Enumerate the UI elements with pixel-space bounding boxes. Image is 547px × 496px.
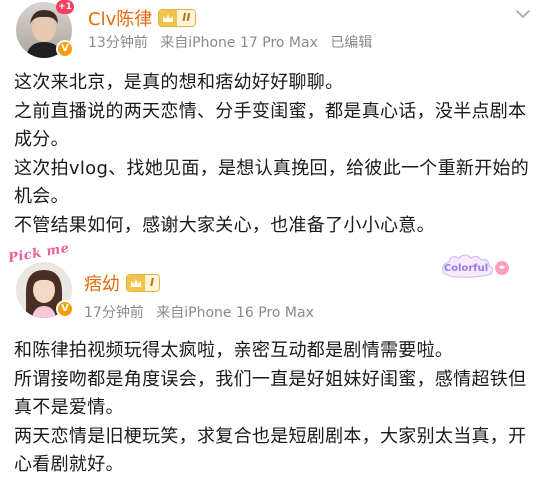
post-device: 来自iPhone 17 Pro Max [160,35,318,51]
paragraph: 所谓接吻都是角度误会，我们一直是好姐妹好闺蜜，感情超铁但真不是爱情。 [14,368,527,419]
paragraph: 之前直播说的两天恋情、分手变闺蜜，都是真心话，没半点剧本成分。 [14,100,527,151]
meta-row: 17分钟前 来自iPhone 16 Pro Max [84,302,322,322]
post-piyou: V Pick me 痞幼 I 17分钟前 来自iPhone 16 Pro Max… [0,241,547,496]
paragraph: 这次拍vlog、找她见面，是想认真挽回，给彼此一个重新开始的机会。 [14,157,530,208]
meta-row: 13分钟前 来自iPhone 17 Pro Max 已编辑 [88,32,380,52]
post-device: 来自iPhone 16 Pro Max [156,305,314,321]
verified-v-icon: V [56,300,74,318]
name-row: 痞幼 I [84,270,161,296]
verified-v-icon: V [56,40,74,58]
paragraph: 不管结果如何，感谢大家关心，也准备了小小心意。 [14,214,435,236]
post-chenlv: +1 V Clv陈律 II 13分钟前 来自iPhone 17 Pro Max … [0,0,547,250]
paragraph: 两天恋情是旧梗玩笑，求复合也是短剧剧本，大家别太当真，开心看剧就好。 [14,425,527,476]
paragraph: 这次来北京，是真的想和痞幼好好聊聊。 [14,72,344,93]
username[interactable]: 痞幼 [84,270,120,296]
notification-badge: +1 [56,0,74,14]
crown-icon [159,10,178,26]
post-time: 13分钟前 [88,35,148,51]
colorful-sticker-icon: Colorful [439,250,515,280]
level-number: I [145,275,160,291]
post-content: 和陈律拍视频玩得太疯啦，亲密互动都是剧情需要啦。 所谓接吻都是角度误会，我们一直… [14,337,539,480]
level-badge[interactable]: II [158,9,197,27]
username[interactable]: Clv陈律 [88,5,152,31]
post-time: 17分钟前 [84,305,144,321]
name-row: Clv陈律 II [88,5,197,31]
edited-label[interactable]: 已编辑 [330,35,372,51]
avatar-wrap[interactable]: V [16,262,74,318]
crown-icon [127,275,145,291]
level-number: II [177,10,196,26]
sticker-text: Colorful [444,263,488,274]
paragraph: 和陈律拍视频玩得太疯啦，亲密互动都是剧情需要啦。 [14,340,454,361]
level-badge[interactable]: I [126,274,161,292]
avatar-wrap[interactable]: +1 V [16,0,74,58]
post-content: 这次来北京，是真的想和痞幼好好聊聊。 之前直播说的两天恋情、分手变闺蜜，都是真心… [14,69,539,241]
chevron-down-icon[interactable] [515,8,531,20]
